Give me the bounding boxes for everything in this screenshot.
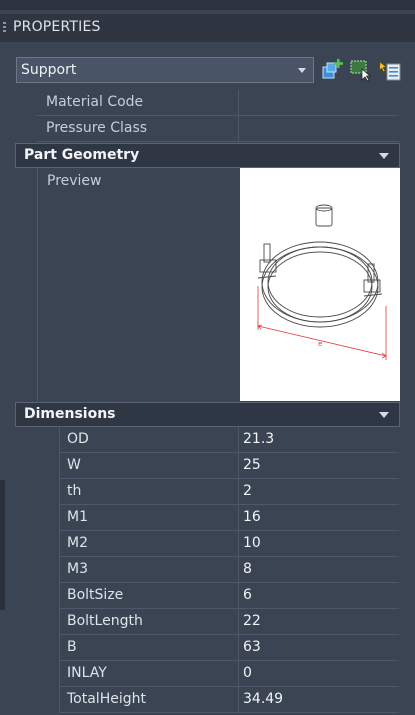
dimension-value[interactable]: 8 <box>243 561 252 577</box>
category-gutter <box>14 90 37 700</box>
dimension-value[interactable]: 2 <box>243 483 252 499</box>
dimension-row-boltsize[interactable]: BoltSize 6 <box>59 583 399 609</box>
section-title: Dimensions <box>24 406 116 422</box>
dimension-value[interactable]: 10 <box>243 535 261 551</box>
dimension-row-m3[interactable]: M3 8 <box>59 557 399 583</box>
dimension-name: OD <box>67 431 89 447</box>
property-row-material-code[interactable]: Material Code <box>37 90 399 116</box>
dimension-value[interactable]: 0 <box>243 665 252 681</box>
dimension-value[interactable]: 63 <box>243 639 261 655</box>
column-divider <box>238 427 239 453</box>
preview-row: Preview e <box>37 168 400 401</box>
dimension-value[interactable]: 22 <box>243 613 261 629</box>
column-divider <box>238 583 239 609</box>
dimension-value[interactable]: 34.49 <box>243 691 283 707</box>
drag-grip-icon[interactable] <box>3 22 6 34</box>
column-divider <box>238 557 239 583</box>
collapse-caret-icon[interactable] <box>379 412 389 418</box>
pipe-clamp-drawing: e <box>257 204 387 360</box>
dimension-row-inlay[interactable]: INLAY 0 <box>59 661 399 687</box>
column-divider <box>238 609 239 635</box>
dimension-value[interactable]: 21.3 <box>243 431 274 447</box>
dimension-row-boltlength[interactable]: BoltLength 22 <box>59 609 399 635</box>
dimension-row-m1[interactable]: M1 16 <box>59 505 399 531</box>
column-divider <box>238 453 239 479</box>
dimension-name: BoltSize <box>67 587 124 603</box>
dimension-name: INLAY <box>67 665 107 681</box>
column-divider <box>238 661 239 687</box>
dimension-row-totalheight[interactable]: TotalHeight 34.49 <box>59 687 399 713</box>
dimension-value[interactable]: 6 <box>243 587 252 603</box>
dimension-name: M2 <box>67 535 88 551</box>
section-title: Part Geometry <box>24 147 140 163</box>
column-divider <box>238 505 239 531</box>
property-name: Material Code <box>46 94 144 110</box>
dimension-value[interactable]: 16 <box>243 509 261 525</box>
column-divider <box>238 479 239 505</box>
object-type-value: Support <box>21 62 77 78</box>
column-divider <box>238 687 239 713</box>
dimension-row-b[interactable]: B 63 <box>59 635 399 661</box>
dimension-name: M1 <box>67 509 88 525</box>
select-objects-icon[interactable] <box>349 58 373 82</box>
dimension-row-od[interactable]: OD 21.3 <box>59 427 399 453</box>
section-dimensions[interactable]: Dimensions <box>15 402 400 427</box>
dimension-name: TotalHeight <box>67 691 146 707</box>
quick-select-icon[interactable] <box>378 58 402 82</box>
property-row-pressure-class[interactable]: Pressure Class <box>37 116 399 142</box>
preview-dimension-label: e <box>318 340 322 348</box>
collapse-caret-icon[interactable] <box>379 153 389 159</box>
panel-title: PROPERTIES <box>13 19 101 35</box>
column-divider <box>238 635 239 661</box>
dimension-row-th[interactable]: th 2 <box>59 479 399 505</box>
dimension-row-m2[interactable]: M2 10 <box>59 531 399 557</box>
column-divider <box>238 531 239 557</box>
add-part-icon[interactable] <box>320 58 344 82</box>
column-divider <box>238 116 239 142</box>
preview-label: Preview <box>47 173 102 189</box>
dimension-name: W <box>67 457 81 473</box>
section-part-geometry[interactable]: Part Geometry <box>15 143 400 168</box>
column-divider <box>238 90 239 116</box>
property-name: Pressure Class <box>46 120 148 136</box>
dimension-row-w[interactable]: W 25 <box>59 453 399 479</box>
dimension-name: B <box>67 639 77 655</box>
dimension-name: BoltLength <box>67 613 143 629</box>
dimension-name: M3 <box>67 561 88 577</box>
top-strip <box>0 0 415 10</box>
chevron-down-icon <box>298 68 306 73</box>
dimension-value[interactable]: 25 <box>243 457 261 473</box>
object-type-dropdown[interactable]: Support <box>16 57 314 83</box>
panel-header: PROPERTIES <box>0 14 415 42</box>
panel-scrollbar[interactable] <box>0 480 5 610</box>
dimension-name: th <box>67 483 82 499</box>
part-preview-image: e <box>240 168 400 401</box>
